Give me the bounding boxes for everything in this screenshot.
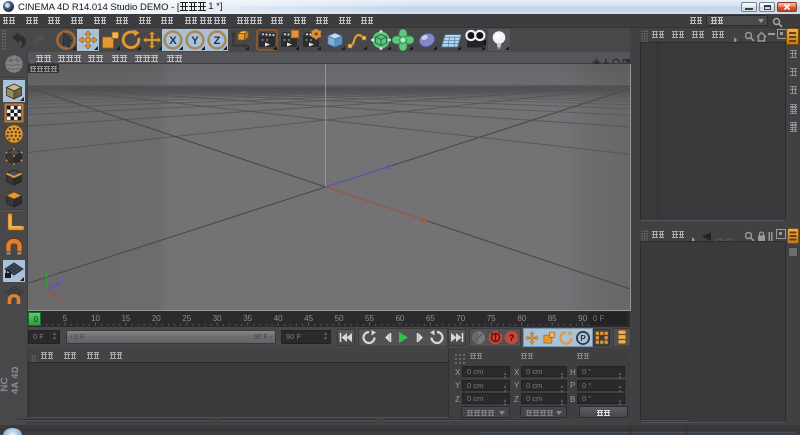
svg-text:15: 15 [121, 314, 130, 323]
svg-text:X: X [57, 299, 61, 305]
svg-text:25: 25 [182, 314, 191, 323]
svg-text:5: 5 [63, 314, 68, 323]
svg-text:55: 55 [365, 314, 374, 323]
svg-text:Z: Z [60, 279, 64, 285]
svg-text:35: 35 [243, 314, 252, 323]
svg-text:85: 85 [548, 314, 557, 323]
svg-text:75: 75 [487, 314, 496, 323]
svg-text:?: ? [509, 333, 515, 343]
svg-text:P: P [580, 334, 586, 343]
svg-text:90: 90 [578, 314, 587, 323]
svg-text:Z: Z [214, 35, 221, 47]
svg-text:0 F: 0 F [593, 314, 605, 323]
svg-text:Y: Y [40, 272, 44, 278]
svg-text:80: 80 [517, 314, 526, 323]
svg-text:60: 60 [395, 314, 404, 323]
svg-text:10: 10 [91, 314, 100, 323]
svg-text:45: 45 [304, 314, 313, 323]
svg-text:Y: Y [191, 35, 199, 47]
svg-text:20: 20 [152, 314, 161, 323]
svg-text:X: X [169, 35, 177, 47]
svg-text:65: 65 [426, 314, 435, 323]
svg-text:30: 30 [213, 314, 222, 323]
svg-text:70: 70 [456, 314, 465, 323]
svg-text:50: 50 [335, 314, 344, 323]
svg-text:40: 40 [274, 314, 283, 323]
